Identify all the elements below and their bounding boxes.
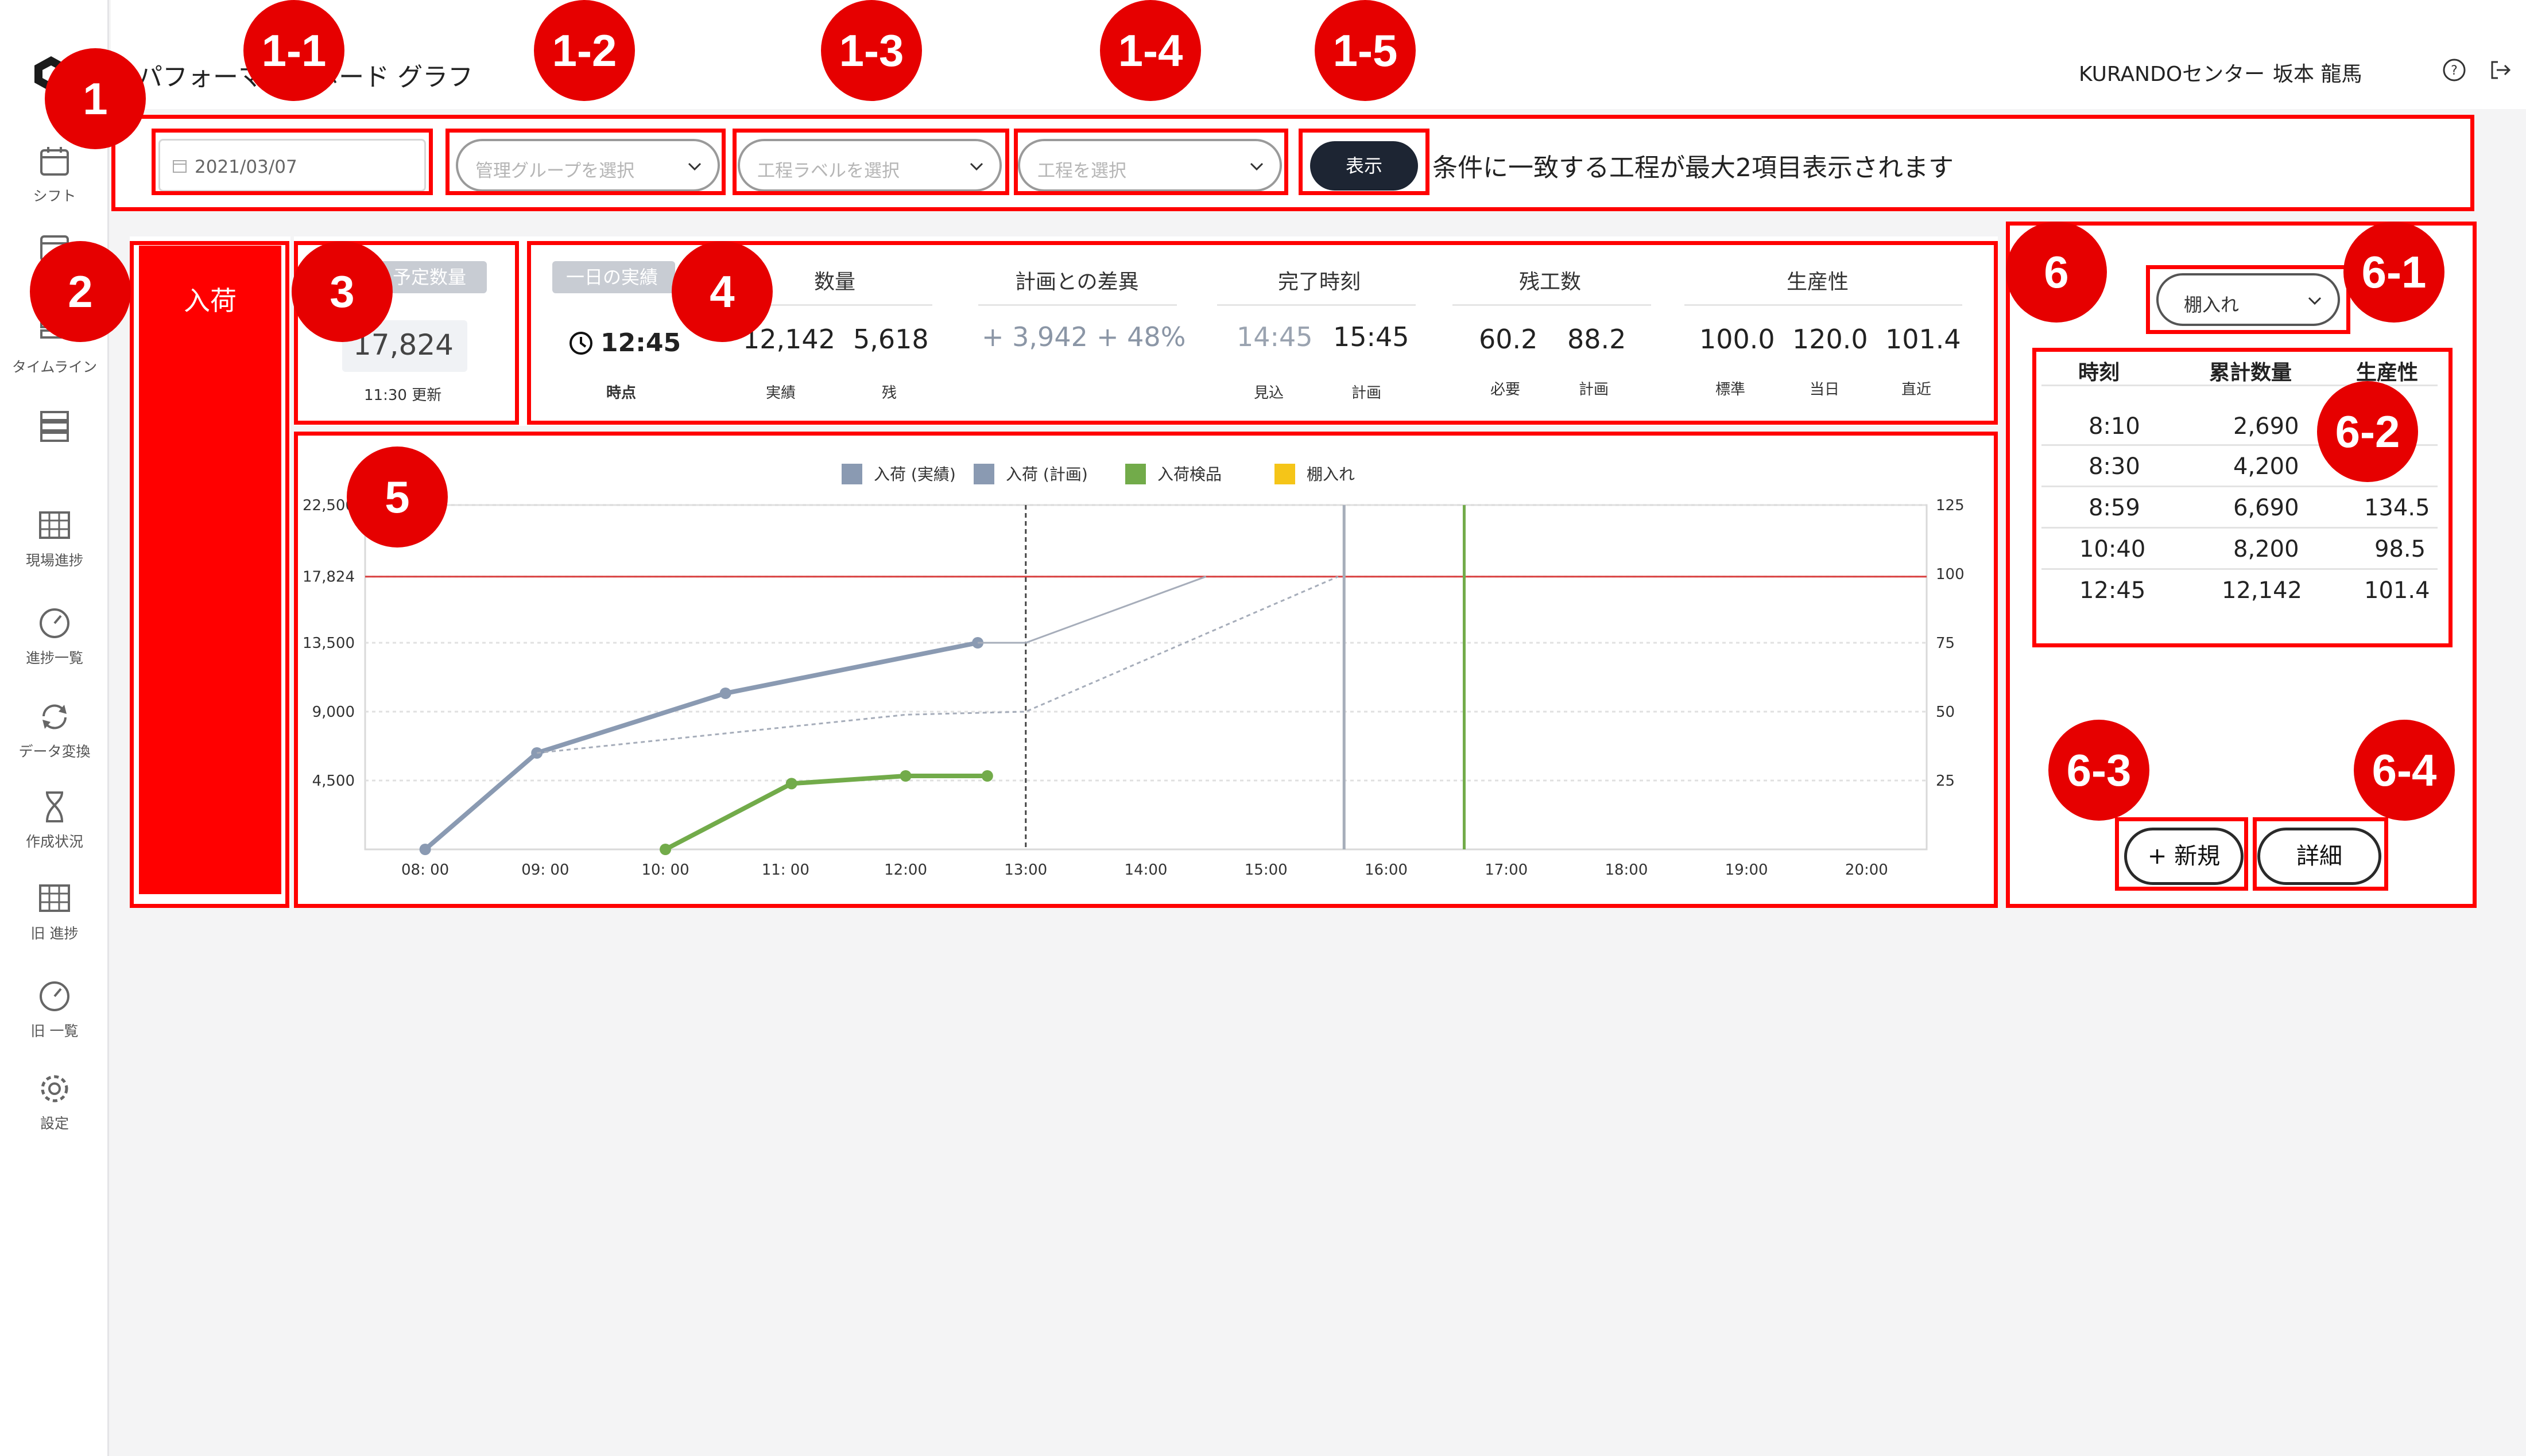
annotation-box-1-4 [1014,129,1288,195]
annotation-badge: 1-4 [1100,0,1201,101]
annotation-box-6-1 [2146,265,2350,334]
annotation-badge: 5 [347,446,448,548]
annotation-badge: 4 [672,241,773,342]
annotation-badge: 1 [45,48,146,149]
annotation-box-1-1 [152,129,433,195]
annotation-badge: 6-4 [2354,720,2455,821]
annotation-badge: 1-2 [534,0,635,101]
annotation-badge: 3 [292,241,393,342]
annotation-box-5 [294,432,1998,908]
annotation-badge: 6-1 [2343,222,2444,323]
annotation-box-1-3 [733,129,1009,195]
annotation-box-1-2 [445,129,726,195]
annotation-badge: 1-5 [1315,0,1416,101]
annotation-box-1-5 [1299,129,1429,195]
annotation-box-6-4 [2253,817,2388,891]
annotation-badge: 6-2 [2317,381,2418,482]
annotation-badge: 6 [2006,222,2107,323]
annotation-badge: 2 [30,241,131,342]
annotation-badge: 6-3 [2048,720,2149,821]
annotation-box-6-3 [2115,817,2248,891]
annotation-badge: 1-3 [821,0,922,101]
annotation-badge: 1-1 [243,0,344,101]
annotation-box-2 [130,241,289,908]
